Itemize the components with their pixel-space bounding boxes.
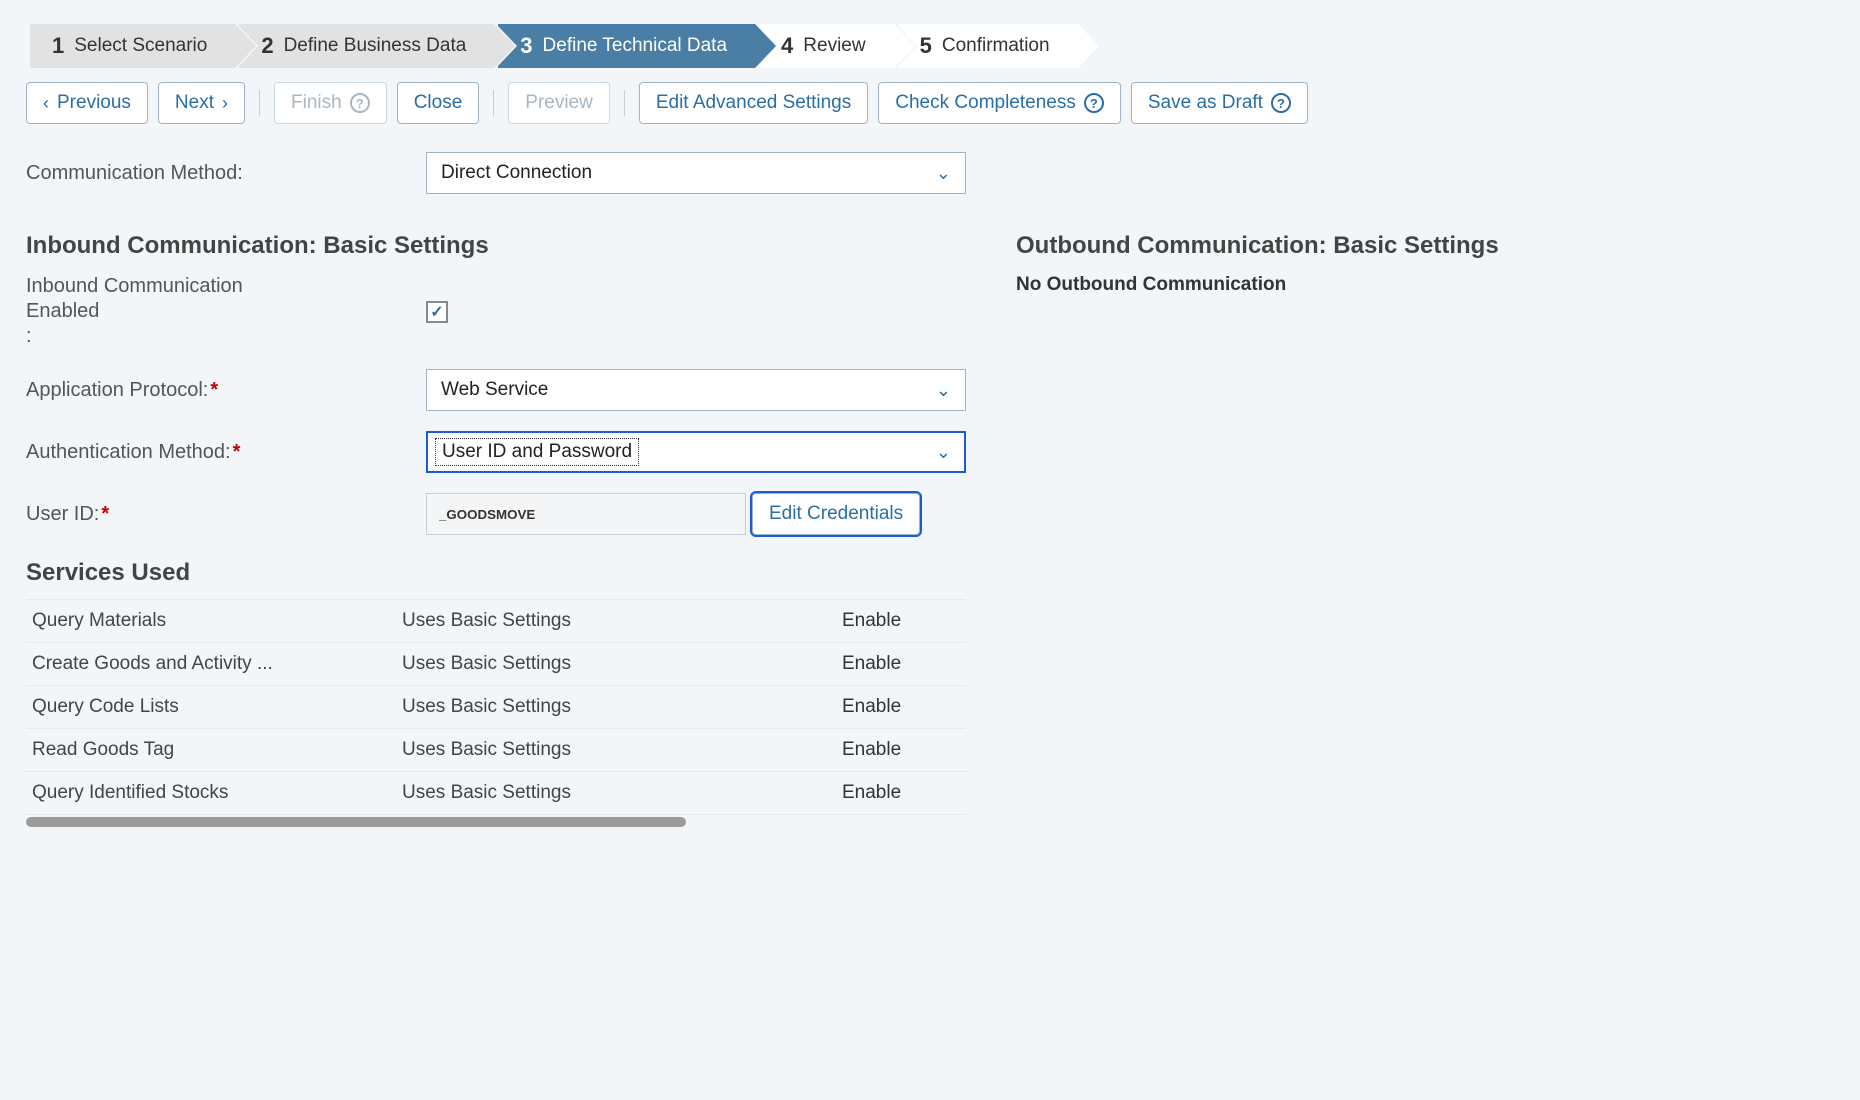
comm-method-value: Direct Connection [441, 162, 592, 184]
toolbar: ‹ Previous Next › Finish ? Close Preview… [26, 82, 1840, 124]
table-row: Create Goods and Activity ...Uses Basic … [26, 643, 966, 686]
service-action[interactable]: Enable [842, 696, 901, 718]
auth-method-label: Authentication Method:* [26, 441, 426, 464]
service-setting: Uses Basic Settings [402, 696, 842, 718]
divider [259, 90, 260, 116]
step-4[interactable]: 4 Review [759, 24, 894, 68]
check-completeness-button[interactable]: Check Completeness ? [878, 82, 1121, 124]
save-as-draft-button[interactable]: Save as Draft ? [1131, 82, 1308, 124]
close-label: Close [414, 92, 463, 114]
service-name: Query Identified Stocks [32, 782, 402, 804]
step-3[interactable]: 3 Define Technical Data [498, 24, 755, 68]
outbound-title: Outbound Communication: Basic Settings [1016, 232, 1499, 260]
scrollbar[interactable] [26, 817, 686, 827]
divider [493, 90, 494, 116]
wizard-steps: 1 Select Scenario 2 Define Business Data… [30, 24, 1840, 68]
step-num: 1 [52, 33, 64, 59]
service-setting: Uses Basic Settings [402, 739, 842, 761]
step-label: Confirmation [942, 35, 1050, 57]
user-id-label: User ID:* [26, 503, 426, 526]
edit-adv-label: Edit Advanced Settings [656, 92, 851, 114]
divider [624, 90, 625, 116]
previous-button[interactable]: ‹ Previous [26, 82, 148, 124]
step-label: Review [803, 35, 865, 57]
help-icon: ? [1271, 93, 1291, 113]
auth-method-select[interactable]: User ID and Password ⌄ [426, 431, 966, 473]
save-draft-label: Save as Draft [1148, 92, 1263, 114]
table-row: Query Code ListsUses Basic SettingsEnabl… [26, 686, 966, 729]
step-num: 2 [261, 33, 273, 59]
edit-credentials-label: Edit Credentials [769, 503, 903, 525]
inbound-enabled-checkbox[interactable]: ✓ [426, 301, 448, 323]
service-name: Query Code Lists [32, 696, 402, 718]
chevron-down-icon: ⌄ [936, 442, 951, 463]
preview-button: Preview [508, 82, 610, 124]
app-protocol-label: Application Protocol:* [26, 379, 426, 402]
previous-label: Previous [57, 92, 131, 114]
app-protocol-select[interactable]: Web Service ⌄ [426, 369, 966, 411]
services-used-title: Services Used [26, 559, 966, 587]
help-icon: ? [350, 93, 370, 113]
step-label: Define Business Data [284, 35, 467, 57]
service-name: Create Goods and Activity ... [32, 653, 402, 675]
step-num: 4 [781, 33, 793, 59]
preview-label: Preview [525, 92, 593, 114]
step-1[interactable]: 1 Select Scenario [30, 24, 235, 68]
inbound-title: Inbound Communication: Basic Settings [26, 232, 966, 260]
chevron-down-icon: ⌄ [936, 163, 951, 184]
step-2[interactable]: 2 Define Business Data [239, 24, 494, 68]
comm-method-select[interactable]: Direct Connection ⌄ [426, 152, 966, 194]
next-label: Next [175, 92, 214, 114]
chevron-right-icon: › [222, 93, 228, 114]
step-5[interactable]: 5 Confirmation [898, 24, 1078, 68]
comm-method-label: Communication Method: [26, 162, 426, 185]
edit-advanced-settings-button[interactable]: Edit Advanced Settings [639, 82, 868, 124]
table-row: Query MaterialsUses Basic SettingsEnable [26, 599, 966, 643]
service-action[interactable]: Enable [842, 782, 901, 804]
step-num: 3 [520, 33, 532, 59]
inbound-enabled-label: Inbound CommunicationEnabled: [26, 274, 426, 349]
check-label: Check Completeness [895, 92, 1076, 114]
required-icon: * [101, 503, 109, 525]
next-button[interactable]: Next › [158, 82, 245, 124]
user-id-input[interactable] [426, 493, 746, 535]
chevron-down-icon: ⌄ [936, 380, 951, 401]
service-name: Read Goods Tag [32, 739, 402, 761]
step-label: Define Technical Data [543, 35, 727, 57]
help-icon: ? [1084, 93, 1104, 113]
service-action[interactable]: Enable [842, 739, 901, 761]
service-setting: Uses Basic Settings [402, 610, 842, 632]
outbound-message: No Outbound Communication [1016, 274, 1499, 296]
required-icon: * [233, 441, 241, 463]
service-action[interactable]: Enable [842, 610, 901, 632]
auth-method-value: User ID and Password [435, 438, 639, 466]
required-icon: * [210, 379, 218, 401]
edit-credentials-button[interactable]: Edit Credentials [752, 493, 920, 535]
service-action[interactable]: Enable [842, 653, 901, 675]
check-icon: ✓ [430, 302, 443, 322]
step-label: Select Scenario [74, 35, 207, 57]
finish-button: Finish ? [274, 82, 387, 124]
service-setting: Uses Basic Settings [402, 653, 842, 675]
app-protocol-value: Web Service [441, 379, 548, 401]
step-num: 5 [920, 33, 932, 59]
service-name: Query Materials [32, 610, 402, 632]
close-button[interactable]: Close [397, 82, 480, 124]
chevron-left-icon: ‹ [43, 93, 49, 114]
table-row: Read Goods TagUses Basic SettingsEnable [26, 729, 966, 772]
finish-label: Finish [291, 92, 342, 114]
service-setting: Uses Basic Settings [402, 782, 842, 804]
table-row: Query Identified StocksUses Basic Settin… [26, 772, 966, 815]
